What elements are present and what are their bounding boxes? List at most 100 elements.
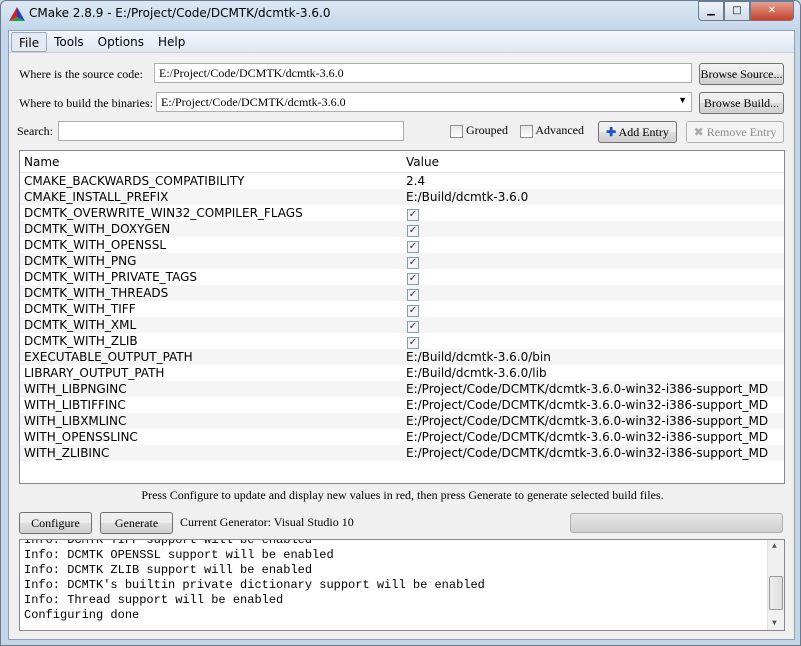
entry-checkbox[interactable]: ✓ [402,333,419,349]
remove-entry-button[interactable]: ✖ Remove Entry [686,121,784,143]
table-row[interactable]: WITH_OPENSSLINC E:/Project/Code/DCMTK/dcm… [20,429,784,445]
entry-name: EXECUTABLE_OUTPUT_PATH [24,350,193,364]
log-line: Info: DCMTK OPENSSL support will be enab… [24,548,334,562]
table-row[interactable]: DCMTK_WITH_XML ✓ [20,317,784,333]
table-row[interactable]: DCMTK_WITH_THREADS ✓ [20,285,784,301]
maximize-button[interactable]: □ [724,1,750,21]
menu-tools[interactable]: Tools [47,32,91,52]
table-row[interactable]: DCMTK_WITH_PNG ✓ [20,253,784,269]
entry-name: CMAKE_INSTALL_PREFIX [24,190,169,204]
entry-checkbox[interactable]: ✓ [402,253,419,269]
hint-text: Press Configure to update and display ne… [141,488,664,502]
table-row[interactable]: CMAKE_INSTALL_PREFIX E:/Build/dcmtk-3.6.0 [20,189,784,205]
entry-value[interactable]: E:/Project/Code/DCMTK/dcmtk-3.6.0-win32-… [402,429,768,445]
minimize-button[interactable]: ▁ [698,1,724,21]
checkmark-icon[interactable]: ✓ [407,305,419,317]
add-entry-label: Add Entry [618,125,669,139]
scroll-down-icon[interactable]: ▼ [772,619,777,628]
entry-value[interactable]: E:/Project/Code/DCMTK/dcmtk-3.6.0-win32-… [402,445,768,461]
entry-value[interactable]: E:/Build/dcmtk-3.6.0/lib [402,365,547,381]
table-row[interactable]: LIBRARY_OUTPUT_PATH E:/Build/dcmtk-3.6.0/… [20,365,784,381]
add-entry-button[interactable]: ✚ Add Entry [598,121,677,143]
entry-value[interactable]: E:/Build/dcmtk-3.6.0 [402,189,528,205]
menu-options[interactable]: Options [91,32,151,52]
table-row[interactable]: WITH_LIBPNGINC E:/Project/Code/DCMTK/dcmt… [20,381,784,397]
search-input[interactable] [58,121,404,141]
entry-name: CMAKE_BACKWARDS_COMPATIBILITY [24,174,245,188]
entry-name: DCMTK_WITH_PRIVATE_TAGS [24,270,197,284]
cmake-logo-icon [9,7,25,21]
entry-name: LIBRARY_OUTPUT_PATH [24,366,165,380]
table-row[interactable]: CMAKE_BACKWARDS_COMPATIBILITY 2.4 [20,173,784,189]
log-scrollbar[interactable]: ▲ ▼ [767,540,784,630]
menu-help[interactable]: Help [151,32,192,52]
checkmark-icon[interactable]: ✓ [407,209,419,221]
configure-button[interactable]: Configure [19,512,92,534]
scroll-thumb[interactable] [769,576,783,610]
table-row[interactable]: DCMTK_WITH_PRIVATE_TAGS ✓ [20,269,784,285]
table-row[interactable]: DCMTK_WITH_DOXYGEN ✓ [20,221,784,237]
entry-value[interactable]: E:/Project/Code/DCMTK/dcmtk-3.6.0-win32-… [402,381,768,397]
table-row[interactable]: DCMTK_OVERWRITE_WIN32_COMPILER_FLAGS ✓ [20,205,784,221]
entry-name: WITH_ZLIBINC [24,446,110,460]
advanced-checkbox[interactable]: Advanced [520,123,584,138]
scroll-up-icon[interactable]: ▲ [772,542,777,551]
generate-button[interactable]: Generate [100,512,173,534]
entry-value[interactable]: 2.4 [402,173,425,189]
source-input[interactable]: E:/Project/Code/DCMTK/dcmtk-3.6.0 [154,63,692,83]
log-line: Info: DCMTK TIFF support will be enabled [24,539,313,547]
browse-build-button[interactable]: Browse Build... [699,92,784,114]
entry-name: WITH_OPENSSLINC [24,430,138,444]
entry-value[interactable]: E:/Project/Code/DCMTK/dcmtk-3.6.0-win32-… [402,413,768,429]
close-button[interactable]: ✕ [750,1,794,21]
grouped-checkbox-box[interactable] [450,124,463,138]
entry-name: DCMTK_WITH_XML [24,318,137,332]
column-header-value[interactable]: Value [402,151,443,172]
entry-name: DCMTK_WITH_TIFF [24,302,136,316]
grouped-checkbox[interactable]: Grouped [450,123,508,138]
entry-name: DCMTK_WITH_DOXYGEN [24,222,171,236]
output-log[interactable]: Info: DCMTK TIFF support will be enabled… [19,539,785,631]
search-label: Search: [17,124,53,138]
browse-source-button[interactable]: Browse Source... [699,63,784,85]
entry-checkbox[interactable]: ✓ [402,317,419,333]
entry-checkbox[interactable]: ✓ [402,285,419,301]
menu-file[interactable]: File [11,32,48,52]
entry-name: DCMTK_WITH_ZLIB [24,334,138,348]
entry-checkbox[interactable]: ✓ [402,221,419,237]
progress-bar [570,513,783,533]
entry-checkbox[interactable]: ✓ [402,269,419,285]
table-row[interactable]: WITH_ZLIBINC E:/Project/Code/DCMTK/dcmtk-… [20,445,784,461]
log-line: Info: Thread support will be enabled [24,593,284,607]
build-input[interactable]: E:/Project/Code/DCMTK/dcmtk-3.6.0 ▼ [156,92,692,112]
entry-name: DCMTK_OVERWRITE_WIN32_COMPILER_FLAGS [24,206,303,220]
grouped-label: Grouped [466,123,508,137]
table-row[interactable]: DCMTK_WITH_OPENSSL ✓ [20,237,784,253]
table-row[interactable]: DCMTK_WITH_TIFF ✓ [20,301,784,317]
checkmark-icon[interactable]: ✓ [407,273,419,285]
column-header-name[interactable]: Name [20,151,402,172]
checkmark-icon[interactable]: ✓ [407,321,419,333]
entry-checkbox[interactable]: ✓ [402,237,419,253]
menu-bar: File Tools Options Help [9,31,794,53]
build-label: Where to build the binaries: [19,96,153,110]
table-row[interactable]: DCMTK_WITH_ZLIB ✓ [20,333,784,349]
table-row[interactable]: WITH_LIBXMLINC E:/Project/Code/DCMTK/dcmt… [20,413,784,429]
checkmark-icon[interactable]: ✓ [407,257,419,269]
checkmark-icon[interactable]: ✓ [407,241,419,253]
advanced-checkbox-box[interactable] [520,124,533,138]
plus-icon: ✚ [606,125,617,139]
table-row[interactable]: WITH_LIBTIFFINC E:/Project/Code/DCMTK/dcm… [20,397,784,413]
entry-checkbox[interactable]: ✓ [402,301,419,317]
dropdown-arrow-icon[interactable]: ▼ [678,95,687,105]
entry-value[interactable]: E:/Project/Code/DCMTK/dcmtk-3.6.0-win32-… [402,397,768,413]
source-label: Where is the source code: [19,67,143,81]
cache-table: Name Value CMAKE_BACKWARDS_COMPATIBILITY… [19,150,785,484]
entry-value[interactable]: E:/Build/dcmtk-3.6.0/bin [402,349,551,365]
checkmark-icon[interactable]: ✓ [407,289,419,301]
checkmark-icon[interactable]: ✓ [407,337,419,349]
entry-checkbox[interactable]: ✓ [402,205,419,221]
table-row[interactable]: EXECUTABLE_OUTPUT_PATH E:/Build/dcmtk-3.6… [20,349,784,365]
checkmark-icon[interactable]: ✓ [407,225,419,237]
entry-name: WITH_LIBTIFFINC [24,398,126,412]
